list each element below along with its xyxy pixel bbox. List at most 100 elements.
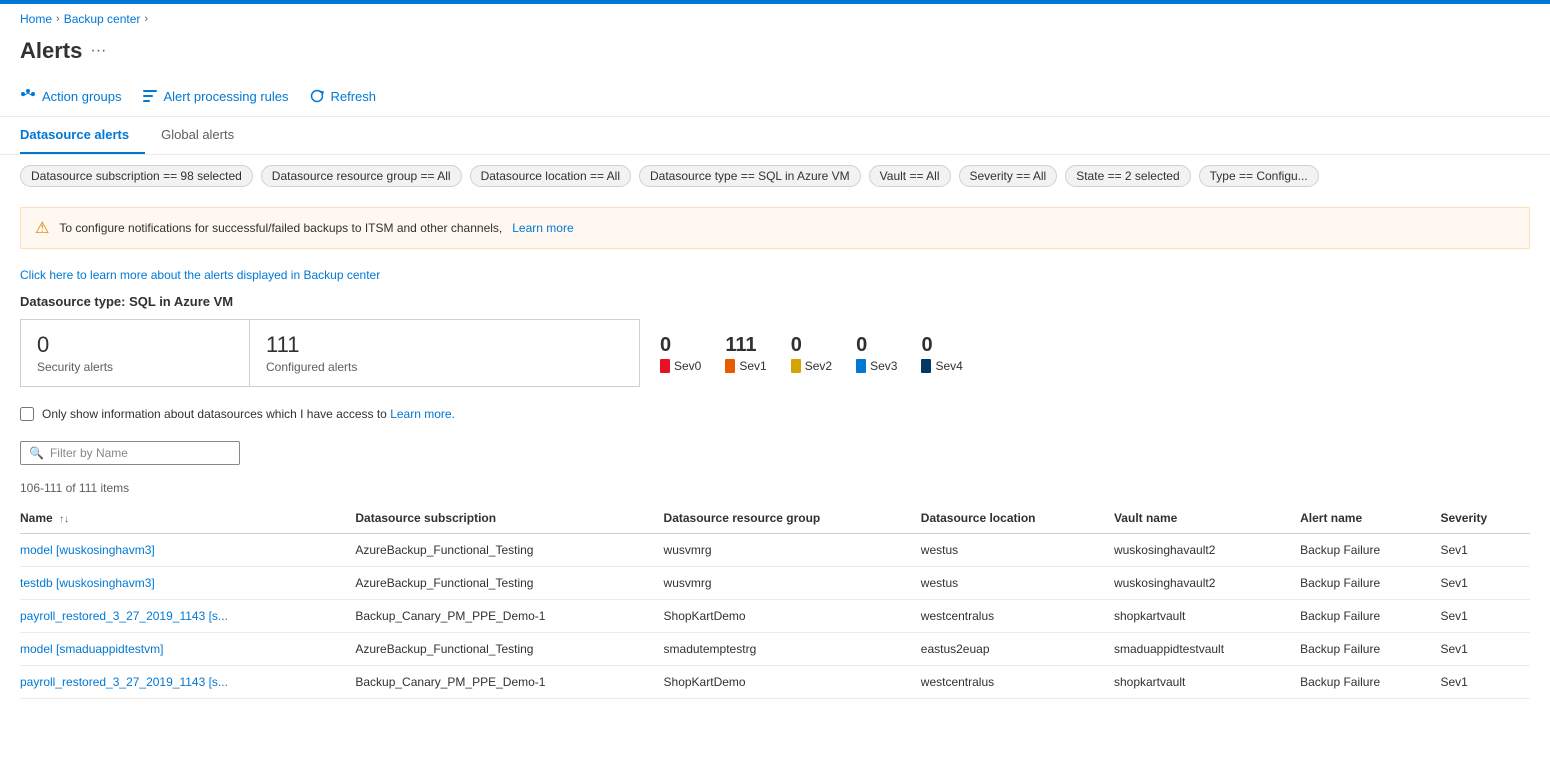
sev4-number: 0 [921, 334, 932, 357]
sev2-number: 0 [791, 334, 802, 357]
action-groups-icon [20, 88, 36, 104]
filter-type[interactable]: Type == Configu... [1199, 165, 1319, 187]
cell-location-2: westcentralus [921, 600, 1114, 633]
cell-severity-3: Sev1 [1440, 633, 1530, 666]
warning-text: To configure notifications for successfu… [59, 221, 502, 235]
cell-vault-3: smaduappidtestvault [1114, 633, 1300, 666]
sev2-label: Sev2 [805, 359, 832, 373]
filter-state[interactable]: State == 2 selected [1065, 165, 1190, 187]
table-row: model [smaduappidtestvm] AzureBackup_Fun… [20, 633, 1530, 666]
cell-subscription-4: Backup_Canary_PM_PPE_Demo-1 [355, 666, 663, 699]
cell-location-3: eastus2euap [921, 633, 1114, 666]
table-header-row: Name ↑↓ Datasource subscription Datasour… [20, 503, 1530, 534]
cell-resource-group-1: wusvmrg [664, 567, 921, 600]
security-alerts-stat[interactable]: 0 Security alerts [20, 319, 250, 387]
filter-severity[interactable]: Severity == All [959, 165, 1058, 187]
datasource-type-label: Datasource type: SQL in Azure VM [0, 290, 1550, 319]
filters-row: Datasource subscription == 98 selected D… [0, 155, 1550, 197]
cell-severity-1: Sev1 [1440, 567, 1530, 600]
item-count: 106-111 of 111 items [0, 477, 1550, 503]
cell-vault-2: shopkartvault [1114, 600, 1300, 633]
access-checkbox[interactable] [20, 407, 34, 421]
name-link-3[interactable]: model [smaduappidtestvm] [20, 642, 163, 656]
breadcrumb: Home › Backup center › [0, 4, 1550, 34]
search-input[interactable] [50, 446, 231, 460]
checkbox-row: Only show information about datasources … [0, 399, 1550, 433]
warning-icon: ⚠ [35, 218, 49, 238]
filter-subscription[interactable]: Datasource subscription == 98 selected [20, 165, 253, 187]
toolbar: Action groups Alert processing rules Ref… [0, 76, 1550, 117]
sev2-dot [791, 359, 801, 373]
cell-location-1: westus [921, 567, 1114, 600]
stats-container: 0 Security alerts 111 Configured alerts … [0, 319, 1550, 399]
table-row: model [wuskosinghavm3] AzureBackup_Funct… [20, 534, 1530, 567]
name-link-4[interactable]: payroll_restored_3_27_2019_1143 [s... [20, 675, 228, 689]
alert-processing-rules-button[interactable]: Alert processing rules [142, 84, 289, 108]
configured-alerts-number: 111 [266, 332, 623, 358]
alerts-table: Name ↑↓ Datasource subscription Datasour… [20, 503, 1530, 699]
severity-stats-container: 0 Sev0 111 Sev1 0 Sev2 0 Sev3 [640, 319, 963, 387]
sev1-number: 111 [725, 334, 756, 357]
col-subscription: Datasource subscription [355, 503, 663, 534]
col-vault: Vault name [1114, 503, 1300, 534]
checkbox-learn-more-link[interactable]: Learn more. [390, 407, 455, 421]
sev1-stat[interactable]: 111 Sev1 [725, 334, 766, 373]
cell-vault-0: wuskosinghavault2 [1114, 534, 1300, 567]
tab-global-alerts[interactable]: Global alerts [161, 117, 250, 154]
name-link-1[interactable]: testdb [wuskosinghavm3] [20, 576, 155, 590]
sev4-stat[interactable]: 0 Sev4 [921, 334, 962, 373]
name-link-2[interactable]: payroll_restored_3_27_2019_1143 [s... [20, 609, 228, 623]
filter-vault[interactable]: Vault == All [869, 165, 951, 187]
table-row: payroll_restored_3_27_2019_1143 [s... Ba… [20, 600, 1530, 633]
filter-resource-group[interactable]: Datasource resource group == All [261, 165, 462, 187]
cell-severity-4: Sev1 [1440, 666, 1530, 699]
tabs-container: Datasource alerts Global alerts [0, 117, 1550, 155]
filter-datasource-type[interactable]: Datasource type == SQL in Azure VM [639, 165, 861, 187]
sev3-number: 0 [856, 334, 867, 357]
info-link[interactable]: Click here to learn more about the alert… [20, 268, 380, 282]
cell-subscription-1: AzureBackup_Functional_Testing [355, 567, 663, 600]
warning-banner: ⚠ To configure notifications for success… [20, 207, 1530, 249]
col-alert-name: Alert name [1300, 503, 1440, 534]
configured-alerts-stat[interactable]: 111 Configured alerts [250, 319, 640, 387]
warning-learn-more-link[interactable]: Learn more [512, 221, 573, 235]
table-row: testdb [wuskosinghavm3] AzureBackup_Func… [20, 567, 1530, 600]
sev2-stat[interactable]: 0 Sev2 [791, 334, 832, 373]
info-link-container: Click here to learn more about the alert… [0, 259, 1550, 290]
page-menu-icon[interactable]: ··· [90, 42, 106, 60]
cell-name-0: model [wuskosinghavm3] [20, 534, 355, 567]
sev0-label: Sev0 [674, 359, 701, 373]
cell-resource-group-2: ShopKartDemo [664, 600, 921, 633]
sev1-dot [725, 359, 735, 373]
search-box: 🔍 [20, 441, 240, 465]
sev0-stat[interactable]: 0 Sev0 [660, 334, 701, 373]
filter-location[interactable]: Datasource location == All [470, 165, 631, 187]
cell-alert-name-4: Backup Failure [1300, 666, 1440, 699]
sev3-stat[interactable]: 0 Sev3 [856, 334, 897, 373]
security-alerts-label: Security alerts [37, 360, 233, 374]
sev3-dot [856, 359, 866, 373]
action-groups-button[interactable]: Action groups [20, 84, 122, 108]
breadcrumb-backup-center[interactable]: Backup center [64, 12, 141, 26]
breadcrumb-home[interactable]: Home [20, 12, 52, 26]
access-checkbox-label[interactable]: Only show information about datasources … [42, 407, 455, 421]
table-container: Name ↑↓ Datasource subscription Datasour… [0, 503, 1550, 699]
cell-location-0: westus [921, 534, 1114, 567]
cell-alert-name-1: Backup Failure [1300, 567, 1440, 600]
cell-alert-name-3: Backup Failure [1300, 633, 1440, 666]
tab-datasource-alerts[interactable]: Datasource alerts [20, 117, 145, 154]
cell-name-3: model [smaduappidtestvm] [20, 633, 355, 666]
cell-name-4: payroll_restored_3_27_2019_1143 [s... [20, 666, 355, 699]
alert-processing-rules-label: Alert processing rules [164, 89, 289, 104]
breadcrumb-separator-1: › [56, 13, 60, 25]
cell-name-1: testdb [wuskosinghavm3] [20, 567, 355, 600]
table-row: payroll_restored_3_27_2019_1143 [s... Ba… [20, 666, 1530, 699]
sort-name-icon[interactable]: ↑↓ [59, 514, 69, 525]
name-link-0[interactable]: model [wuskosinghavm3] [20, 543, 155, 557]
refresh-button[interactable]: Refresh [309, 84, 377, 108]
cell-resource-group-3: smadutemptestrg [664, 633, 921, 666]
cell-vault-4: shopkartvault [1114, 666, 1300, 699]
configured-alerts-label: Configured alerts [266, 360, 623, 374]
cell-severity-0: Sev1 [1440, 534, 1530, 567]
cell-resource-group-4: ShopKartDemo [664, 666, 921, 699]
